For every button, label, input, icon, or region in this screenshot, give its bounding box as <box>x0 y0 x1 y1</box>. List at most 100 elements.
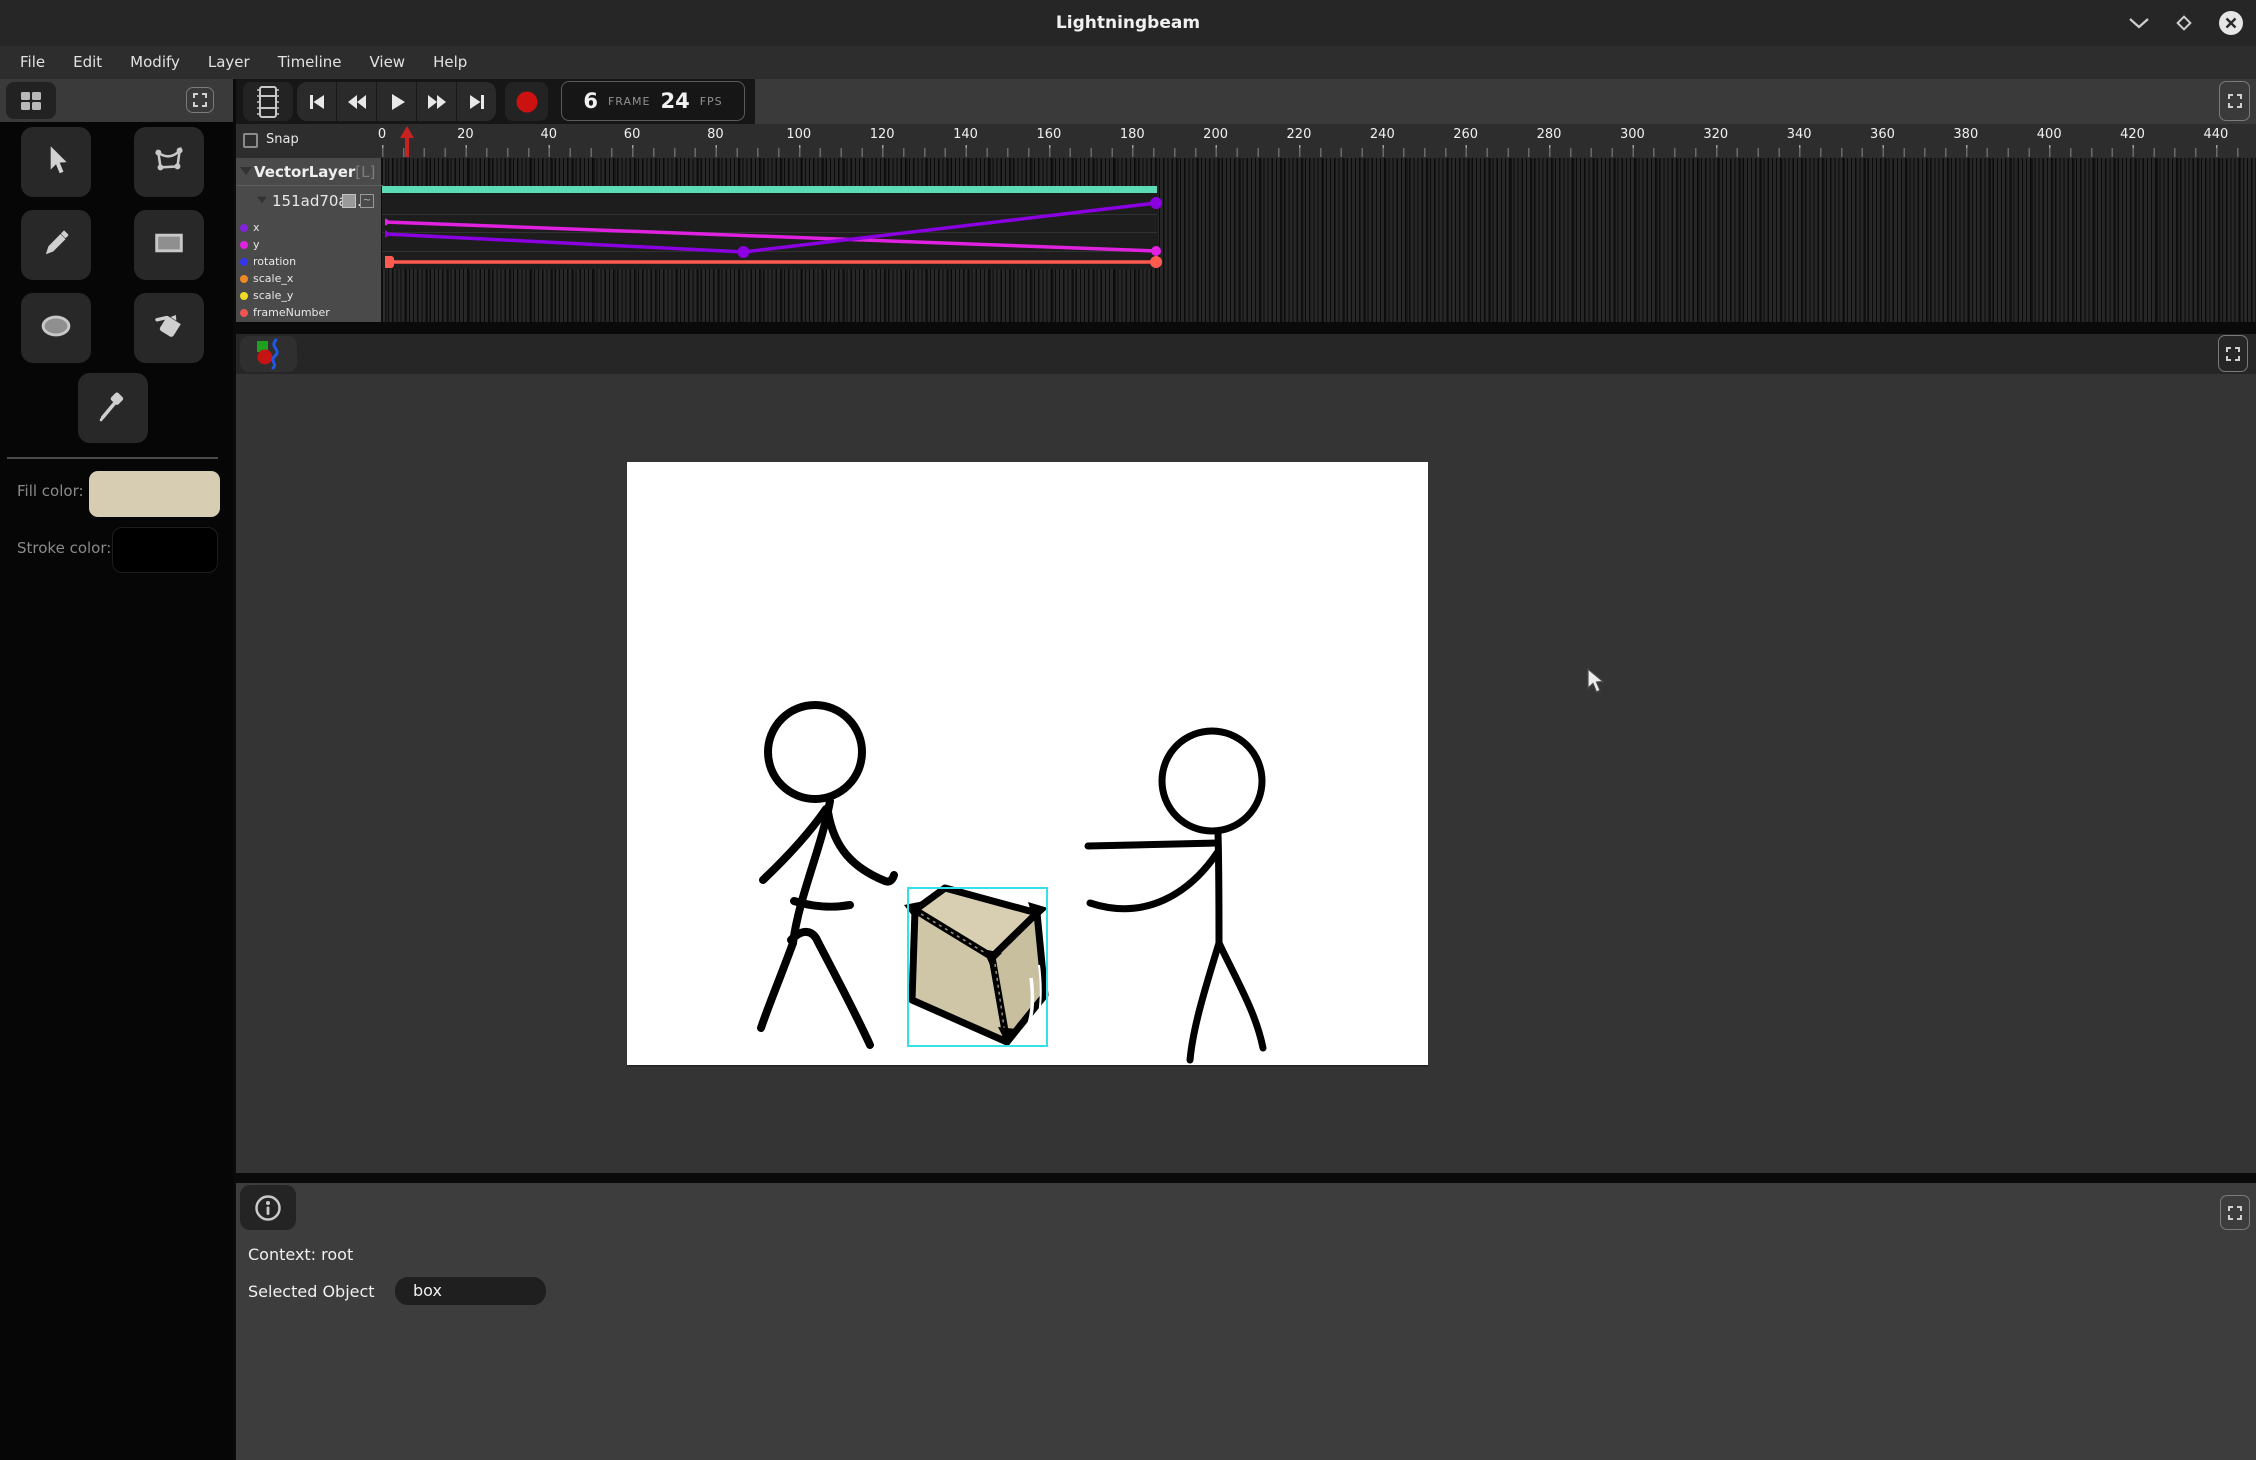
snap-checkbox[interactable] <box>243 133 258 148</box>
rectangle-icon <box>150 227 188 263</box>
animation-curves[interactable] <box>385 158 2256 322</box>
transform-tool-button[interactable] <box>134 127 204 197</box>
ruler-label-140: 140 <box>953 127 978 142</box>
collapse-triangle-icon[interactable] <box>240 167 252 175</box>
ellipse-tool-button[interactable] <box>21 293 91 363</box>
canvas-area[interactable] <box>236 374 2256 1173</box>
property-row-frameNumber[interactable]: frameNumber <box>236 305 383 322</box>
maximize-icon[interactable] <box>2174 13 2194 33</box>
menu-item-help[interactable]: Help <box>419 46 481 79</box>
clip-row[interactable]: 151ad70a... ~ <box>236 187 383 215</box>
playback-controls <box>297 82 496 121</box>
current-frame-value[interactable]: 6 <box>583 89 598 113</box>
property-row-rotation[interactable]: rotation <box>236 254 383 271</box>
property-row-scale_x[interactable]: scale_x <box>236 271 383 288</box>
property-list: xyrotationscale_x scale_y frameNumber <box>236 220 383 322</box>
keyframe-dot-frameNumber[interactable] <box>385 256 394 268</box>
box-object[interactable] <box>912 888 1045 1042</box>
stroke-color-swatch[interactable] <box>113 528 217 572</box>
shapes-icon <box>255 338 283 370</box>
collapse-triangle-icon[interactable] <box>257 197 267 204</box>
sidebar-fullscreen-button[interactable] <box>186 87 214 113</box>
close-button[interactable] <box>2218 10 2244 36</box>
property-name: scale_x <box>253 272 293 285</box>
ruler-label-100: 100 <box>786 127 811 142</box>
menu-item-modify[interactable]: Modify <box>116 46 194 79</box>
ruler-label-20: 20 <box>457 127 474 142</box>
canvas-fullscreen-button[interactable] <box>2218 335 2248 372</box>
clip-tilde-button[interactable]: ~ <box>360 194 374 208</box>
property-row-x[interactable]: x <box>236 220 383 237</box>
layer-list: VectorLayer[L] 151ad70a... ~ xyrotations… <box>236 158 383 322</box>
frame-caption: FRAME <box>608 95 651 108</box>
ruler-label-340: 340 <box>1787 127 1812 142</box>
pencil-tool-button[interactable] <box>21 210 91 280</box>
layer-row-vectorlayer[interactable]: VectorLayer[L] <box>236 158 383 186</box>
skip-to-start-button[interactable] <box>297 82 336 121</box>
property-row-y[interactable]: y <box>236 237 383 254</box>
fill-color-swatch[interactable] <box>89 471 220 517</box>
menu-item-view[interactable]: View <box>355 46 419 79</box>
layer-name: VectorLayer[L] <box>254 163 375 181</box>
ruler-label-60: 60 <box>624 127 641 142</box>
frame-fps-display: 6 FRAME 24 FPS <box>561 81 745 121</box>
rewind-button[interactable] <box>337 82 376 121</box>
play-button[interactable] <box>377 82 416 121</box>
fps-caption: FPS <box>700 95 723 108</box>
info-icon <box>254 1194 282 1222</box>
tool-grid-button[interactable] <box>6 82 56 119</box>
menu-item-timeline[interactable]: Timeline <box>264 46 356 79</box>
keyframe-dot-y[interactable] <box>1151 246 1161 256</box>
timeline-toolbar: 6 FRAME 24 FPS <box>236 79 2256 124</box>
keyframe-dot-x[interactable] <box>737 246 749 258</box>
keyframe-dot-x[interactable] <box>1150 197 1162 209</box>
select-tool-button[interactable] <box>21 127 91 197</box>
timeline-ruler[interactable]: Snap 02040608010012014016018020022024026… <box>236 124 2256 158</box>
fill-color-label: Fill color: <box>17 482 84 500</box>
fps-value[interactable]: 24 <box>660 89 689 113</box>
property-row-scale_y[interactable]: scale_y <box>236 288 383 305</box>
fast-forward-button[interactable] <box>417 82 456 121</box>
film-button[interactable] <box>243 82 293 121</box>
ruler-label-220: 220 <box>1287 127 1312 142</box>
paint-bucket-icon <box>151 308 187 348</box>
timeline-fullscreen-button[interactable] <box>2219 81 2250 121</box>
stage-drawing <box>627 462 1428 1065</box>
shapes-button[interactable] <box>240 336 297 372</box>
info-button[interactable] <box>240 1185 296 1230</box>
selected-object-value[interactable]: box <box>395 1277 546 1305</box>
info-fullscreen-button[interactable] <box>2220 1195 2250 1230</box>
menu-item-file[interactable]: File <box>6 46 59 79</box>
menu-item-layer[interactable]: Layer <box>194 46 264 79</box>
clip-square-button[interactable] <box>342 194 356 208</box>
rectangle-tool-button[interactable] <box>134 210 204 280</box>
ruler-label-0: 0 <box>378 127 386 142</box>
eyedropper-icon <box>95 388 131 428</box>
property-color-dot <box>240 309 248 317</box>
stage-page[interactable] <box>627 462 1428 1065</box>
menu-item-edit[interactable]: Edit <box>59 46 116 79</box>
eyedropper-tool-button[interactable] <box>78 373 148 443</box>
skip-to-end-button[interactable] <box>457 82 496 121</box>
keyframe-dot-frameNumber[interactable] <box>1150 256 1162 268</box>
playhead[interactable] <box>399 126 415 157</box>
curve-y[interactable] <box>385 222 1156 251</box>
window-title: Lightningbeam <box>0 0 2256 46</box>
keyframe-dot-x[interactable] <box>385 231 389 238</box>
timeline-tracks[interactable] <box>385 158 2256 322</box>
stroke-color-label: Stroke color: <box>17 539 111 557</box>
skip-to-end-icon <box>465 90 489 114</box>
tool-sidebar: Fill color: Stroke color: <box>0 79 233 1460</box>
fullscreen-icon <box>191 91 209 109</box>
paint-bucket-tool-button[interactable] <box>134 293 204 363</box>
stick-figure-right[interactable] <box>1088 731 1263 1060</box>
minimize-icon[interactable] <box>2128 16 2150 30</box>
property-name: scale_y <box>253 289 293 302</box>
record-button[interactable] <box>505 82 548 121</box>
keyframe-dot-y[interactable] <box>385 219 389 226</box>
ruler-label-400: 400 <box>2037 127 2062 142</box>
fullscreen-icon <box>2226 92 2244 110</box>
property-name: frameNumber <box>253 306 330 319</box>
stick-figure-left[interactable] <box>761 705 894 1045</box>
transform-icon <box>151 143 187 181</box>
